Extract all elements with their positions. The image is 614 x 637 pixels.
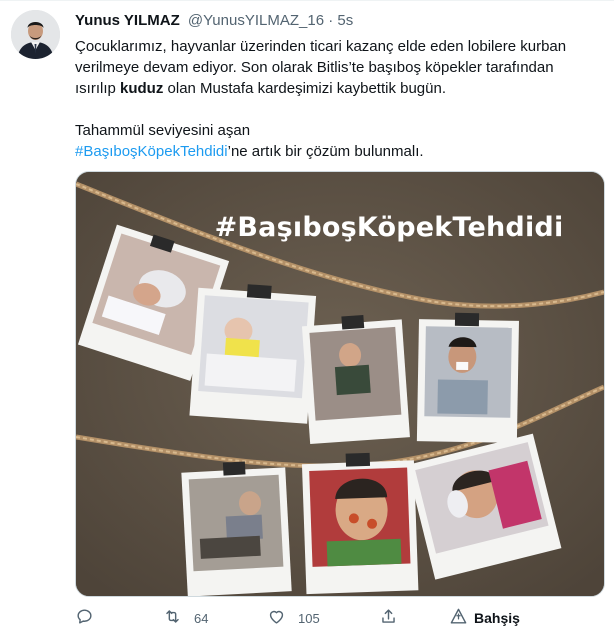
tweet[interactable]: Yunus YILMAZ @YunusYILMAZ_16 · 5s Çocukl…: [0, 0, 614, 637]
tip-button[interactable]: Bahşiş: [449, 606, 520, 630]
reply-icon: [75, 607, 94, 629]
tip-label: Bahşiş: [474, 610, 520, 626]
avatar[interactable]: [11, 10, 60, 59]
retweet-button[interactable]: 64: [163, 606, 208, 630]
hashtag-link[interactable]: #BaşıboşKöpekTehdidi: [75, 143, 228, 160]
tweet-actions: 64 105 Bahşiş: [75, 606, 603, 630]
tweet-text-segment: ’ne artık bir çözüm bulunmalı.: [227, 143, 424, 160]
like-count: 105: [298, 610, 320, 626]
heart-icon: [267, 607, 286, 629]
tweet-text-segment: olan Mustafa kardeşimizi kaybettik bugün…: [163, 80, 447, 97]
media-overlay-text: #BaşıboşKöpekTehdidi: [214, 212, 564, 243]
polaroid-photo: [189, 284, 317, 424]
polaroid-photo: [301, 315, 410, 445]
tweet-text-line: verilmeye devam ediyor. Son olarak Bitli…: [75, 59, 554, 76]
retweet-icon: [163, 607, 182, 629]
timestamp[interactable]: 5s: [337, 12, 353, 29]
polaroid-photo: [301, 452, 419, 595]
author-name[interactable]: Yunus YILMAZ: [75, 12, 180, 29]
tweet-text-line: Tahammül seviyesini aşan: [75, 122, 251, 139]
separator-dot: ·: [328, 12, 334, 29]
polaroid-photo: [416, 312, 519, 443]
reply-button[interactable]: [75, 606, 94, 630]
tweet-media-image[interactable]: #BaşıboşKöpekTehdidi: [75, 171, 605, 597]
tweet-text: Çocuklarımız, hayvanlar üzerinden ticari…: [75, 36, 595, 162]
tweet-text-segment: ısırılıp: [75, 80, 121, 97]
polaroid-photo: [181, 461, 292, 596]
tweet-header: Yunus YILMAZ @YunusYILMAZ_16 · 5s: [75, 11, 353, 30]
tweet-text-line: Çocuklarımız, hayvanlar üzerinden ticari…: [75, 38, 567, 55]
share-button[interactable]: [379, 606, 398, 630]
avatar-image: [11, 10, 60, 59]
divider: [0, 0, 614, 1]
tweet-text-line: #BaşıboşKöpekTehdidi’ne artık bir çözüm …: [75, 141, 595, 162]
retweet-count: 64: [194, 610, 209, 626]
author-handle[interactable]: @YunusYILMAZ_16: [188, 12, 324, 29]
share-icon: [379, 607, 398, 629]
tip-jar-icon: [449, 607, 468, 629]
bold-word: kuduz: [120, 80, 164, 97]
tweet-text-line: ısırılıp kuduz olan Mustafa kardeşimizi …: [75, 78, 595, 99]
like-button[interactable]: 105: [267, 606, 320, 630]
